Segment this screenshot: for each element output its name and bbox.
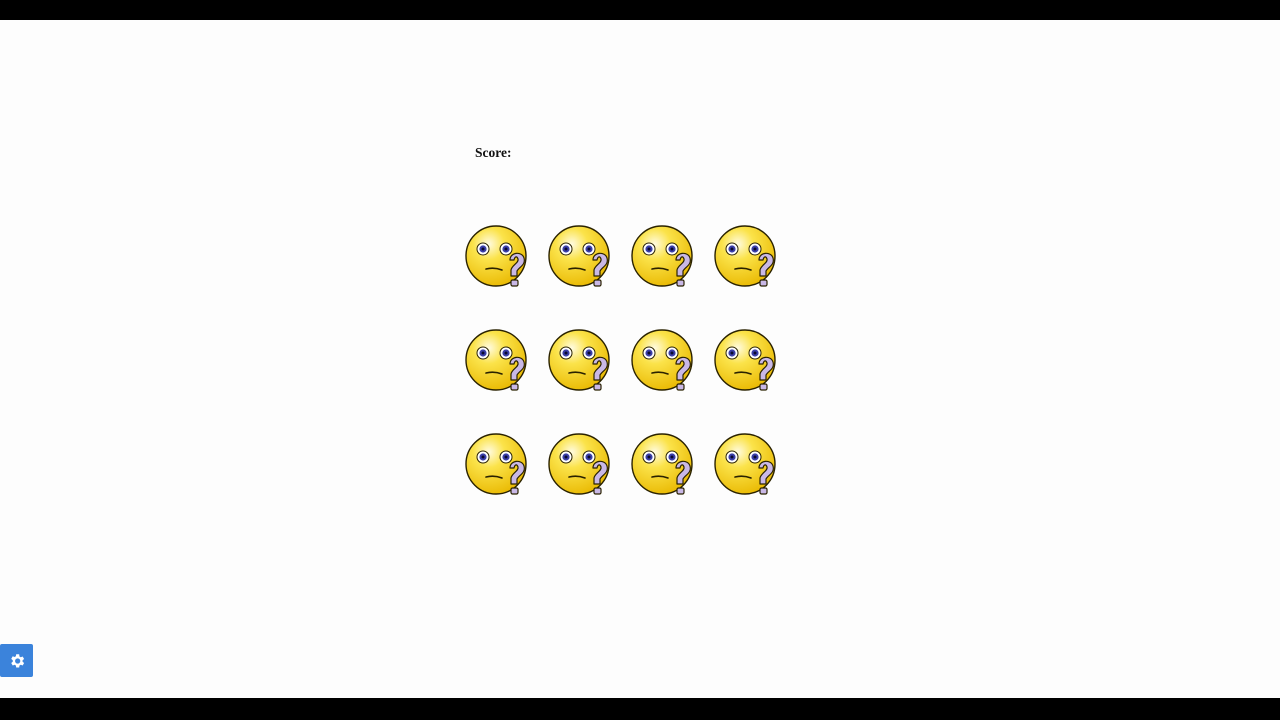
score-label: Score: — [475, 145, 512, 160]
card-grid — [464, 222, 796, 534]
confused-face-question-icon — [548, 329, 610, 391]
score-display: Score: — [475, 145, 516, 161]
confused-face-question-icon — [548, 433, 610, 495]
memory-card[interactable] — [713, 222, 796, 326]
confused-face-question-icon — [631, 433, 693, 495]
confused-face-question-icon — [714, 433, 776, 495]
memory-card[interactable] — [547, 222, 630, 326]
memory-card[interactable] — [630, 222, 713, 326]
confused-face-question-icon — [465, 225, 527, 287]
settings-button[interactable] — [0, 644, 33, 677]
confused-face-question-icon — [465, 433, 527, 495]
confused-face-question-icon — [631, 329, 693, 391]
memory-card[interactable] — [630, 430, 713, 534]
memory-card[interactable] — [547, 430, 630, 534]
confused-face-question-icon — [714, 329, 776, 391]
confused-face-question-icon — [631, 225, 693, 287]
memory-card[interactable] — [547, 326, 630, 430]
memory-card[interactable] — [630, 326, 713, 430]
confused-face-question-icon — [548, 225, 610, 287]
memory-card[interactable] — [713, 430, 796, 534]
confused-face-question-icon — [714, 225, 776, 287]
memory-card[interactable] — [713, 326, 796, 430]
memory-card[interactable] — [464, 430, 547, 534]
memory-card[interactable] — [464, 222, 547, 326]
memory-card[interactable] — [464, 326, 547, 430]
gear-icon — [10, 653, 24, 668]
game-viewport: Score: — [0, 20, 1280, 698]
confused-face-question-icon — [465, 329, 527, 391]
